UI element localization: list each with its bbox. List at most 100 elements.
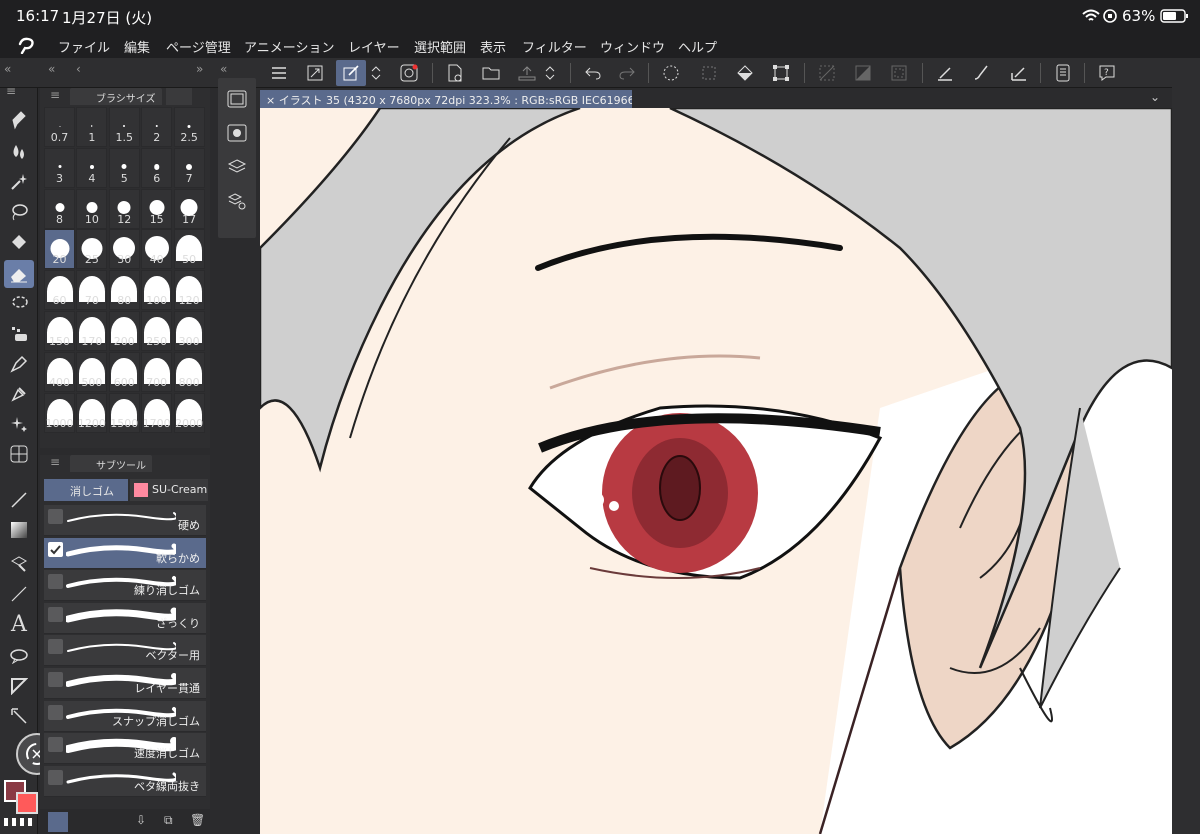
brush-size-30[interactable]: 30: [108, 229, 140, 270]
subtool-settings-icon[interactable]: [48, 812, 68, 832]
fill-bucket-icon[interactable]: [4, 228, 34, 256]
device-icon[interactable]: [1048, 60, 1078, 86]
brush-size-1000[interactable]: 1000: [44, 392, 75, 433]
collapse-panel-icon[interactable]: «: [48, 62, 55, 76]
subtool-item[interactable]: スナップ消しゴム: [44, 700, 206, 732]
object-select-icon[interactable]: [4, 550, 34, 578]
brush-size-5[interactable]: 5: [108, 147, 140, 188]
subtool-checkbox[interactable]: [48, 509, 63, 524]
expand-selection-icon[interactable]: [884, 60, 914, 86]
brush-size-1200[interactable]: 1200: [76, 392, 108, 433]
clip-studio-icon[interactable]: [394, 60, 424, 86]
lasso-select-icon[interactable]: [4, 198, 34, 226]
subtool-checkbox[interactable]: [48, 737, 63, 753]
straight-line-icon[interactable]: [4, 580, 34, 608]
menu-window[interactable]: ウィンドウ: [600, 37, 665, 56]
brush-size-80[interactable]: 80: [108, 270, 140, 311]
canvas-tab[interactable]: × イラスト 35 (4320 x 7680px 72dpi 323.3% : …: [260, 90, 632, 108]
ruler-icon[interactable]: [1004, 60, 1034, 86]
menu-animation[interactable]: アニメーション: [244, 37, 334, 56]
brush-size-0-7[interactable]: 0.7: [44, 107, 75, 147]
subtool-checkbox[interactable]: [48, 704, 63, 720]
subtool-group-eraser[interactable]: 消しゴム: [44, 479, 128, 501]
collapse-left-icon[interactable]: «: [4, 62, 11, 76]
ruler-pen-icon[interactable]: [930, 60, 960, 86]
menu-page-management[interactable]: ページ管理: [166, 37, 231, 56]
brush-size-400[interactable]: 400: [44, 351, 75, 392]
menu-help[interactable]: ヘルプ: [678, 37, 717, 56]
correct-line-icon[interactable]: [4, 702, 34, 730]
lasso-icon[interactable]: [4, 290, 34, 318]
brush-size-500[interactable]: 500: [76, 351, 108, 392]
panel-menu-icon-2[interactable]: ≡: [50, 455, 60, 469]
menu-filter[interactable]: フィルター: [522, 37, 587, 56]
brush-size-12[interactable]: 12: [108, 188, 140, 229]
brush-size-70[interactable]: 70: [76, 270, 108, 311]
brush-size-3[interactable]: 3: [44, 147, 75, 188]
brush-size-100[interactable]: 100: [141, 270, 173, 311]
tab-brush-size[interactable]: ブラシサイズ: [70, 88, 162, 105]
brush-size-15[interactable]: 15: [141, 188, 173, 229]
download-icon[interactable]: ⇩: [136, 813, 146, 827]
text-tool-icon[interactable]: A: [4, 610, 34, 638]
drawing-canvas[interactable]: [260, 108, 1172, 834]
chevron-left-icon[interactable]: ‹: [76, 62, 81, 76]
subtool-item[interactable]: 練り消しゴム: [44, 570, 206, 602]
brush-size-60[interactable]: 60: [44, 270, 75, 311]
brush-size-1700[interactable]: 1700: [141, 392, 173, 433]
loading-icon[interactable]: [656, 60, 686, 86]
blend-tool-icon[interactable]: [4, 320, 34, 348]
brush-size-8[interactable]: 8: [44, 188, 75, 229]
edit-mode-icon[interactable]: [336, 60, 366, 86]
subtool-checkbox[interactable]: [48, 769, 63, 785]
fit-canvas-icon[interactable]: [300, 60, 330, 86]
clear-selection-icon[interactable]: [812, 60, 842, 86]
navigator-icon[interactable]: [227, 90, 247, 108]
transparent-color-swatch[interactable]: [4, 818, 34, 826]
eraser-tool-icon[interactable]: [4, 260, 34, 288]
brush-size-120[interactable]: 120: [173, 270, 205, 311]
brush-size-6[interactable]: 6: [141, 147, 173, 188]
deselect-icon[interactable]: [694, 60, 724, 86]
subtool-checkbox[interactable]: [48, 606, 63, 622]
expand-panel-icon[interactable]: »: [196, 62, 203, 76]
brush-size-25[interactable]: 25: [76, 229, 108, 270]
brush-size-7[interactable]: 7: [173, 147, 205, 188]
help-icon[interactable]: ?: [1092, 60, 1122, 86]
line-tool-icon[interactable]: [4, 486, 34, 514]
fill-icon[interactable]: [730, 60, 760, 86]
brush-size-1[interactable]: 1: [76, 107, 108, 147]
brush-size-170[interactable]: 170: [76, 311, 108, 351]
brush-size-20[interactable]: 20: [44, 229, 75, 270]
menu-view[interactable]: 表示: [480, 37, 506, 56]
menu-selection[interactable]: 選択範囲: [414, 37, 466, 56]
menu-icon[interactable]: [264, 60, 294, 86]
clip-studio-logo-icon[interactable]: [16, 36, 38, 54]
pen-nib-icon[interactable]: [4, 350, 34, 378]
trash-icon[interactable]: 🗑: [190, 813, 205, 827]
brush-size-300[interactable]: 300: [173, 311, 205, 351]
sub-color-swatch[interactable]: [16, 792, 38, 814]
panel-menu-icon[interactable]: ≡: [50, 88, 60, 102]
brush-size-2[interactable]: 2: [141, 107, 173, 147]
layer-property-icon[interactable]: [227, 124, 247, 142]
subtool-checkbox[interactable]: [48, 541, 63, 557]
updown-arrows-icon[interactable]: [366, 60, 386, 86]
duplicate-icon[interactable]: ⧉: [164, 813, 173, 828]
subtool-item[interactable]: 硬め: [44, 505, 206, 536]
brush-size-17[interactable]: 17: [173, 188, 205, 229]
brush-size-2-5[interactable]: 2.5: [173, 107, 205, 147]
open-folder-icon[interactable]: [476, 60, 506, 86]
brush-icon[interactable]: [966, 60, 996, 86]
subtool-item[interactable]: ベクター用: [44, 635, 206, 667]
magic-wand-icon[interactable]: [4, 168, 34, 196]
redo-icon[interactable]: [612, 60, 642, 86]
perspective-grid-icon[interactable]: [4, 440, 34, 468]
sparkle-tool-icon[interactable]: [4, 410, 34, 438]
brush-size-40[interactable]: 40: [141, 229, 173, 270]
layers-icon[interactable]: [227, 158, 247, 176]
brush-size-4[interactable]: 4: [76, 147, 108, 188]
undo-icon[interactable]: [578, 60, 608, 86]
export-icon[interactable]: [512, 60, 542, 86]
transform-icon[interactable]: [766, 60, 796, 86]
